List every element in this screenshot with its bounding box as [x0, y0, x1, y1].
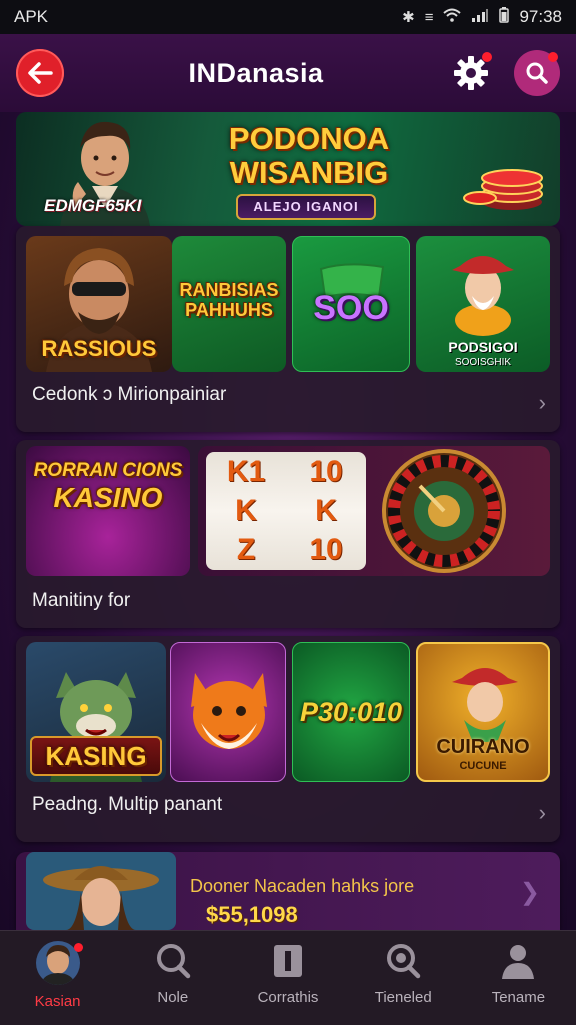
status-icons: ✱ ≡ 97:38 [402, 7, 562, 27]
casino-chips-image [463, 169, 543, 210]
promo-amount: $55,1098 [206, 902, 298, 927]
slot-symbol: 10 [309, 533, 343, 567]
tile-title-line2: SOOISGHIK [454, 357, 512, 368]
section-1-label: Cedonk ɔ Mirionpainiar [32, 384, 227, 405]
slot-symbol: K1 [226, 454, 266, 488]
wifi-icon [443, 8, 462, 26]
section-2-label: Manitiny for [32, 590, 131, 611]
nav-label: Tieneled [374, 989, 432, 1006]
tile-title: CUIRANO [436, 736, 530, 758]
avatar [35, 941, 80, 985]
tile-title: RASSIOUS [41, 336, 157, 361]
card-icon [274, 945, 302, 977]
tile-title-line1: RANBISIAS [179, 280, 279, 300]
status-left-text: APK [14, 7, 49, 26]
game-tile-cuirano[interactable]: CUIRANO CUCUNE [416, 642, 550, 782]
slot-reels: K1 10 K K Z 10 [206, 452, 366, 570]
tile-subtitle: CUCUNE [459, 760, 507, 772]
battery-icon [499, 7, 510, 27]
game-tile-slots-roulette[interactable]: K1 10 K K Z 10 [198, 446, 550, 576]
game-tile-podsigoi[interactable]: PODSIGOI SOOISGHIK [416, 236, 550, 372]
game-tile-p30010[interactable]: P30:010 [292, 642, 410, 782]
banner-headline: PODONOA WISANBIG [194, 122, 424, 190]
nav-label: Tename [491, 989, 546, 1006]
chevron-right-icon[interactable]: › [539, 390, 546, 416]
banner-headline-line2: WISANBIG [229, 155, 389, 190]
game-tile-kasing[interactable]: KASING [26, 642, 166, 782]
tile-title: SOO [313, 289, 389, 327]
vibrate-icon: ≡ [424, 8, 434, 26]
search-notification-dot [548, 52, 558, 62]
bottom-navigation: Kasian Nole Corrathis Tieneled Tename [0, 930, 576, 1025]
tile-title: RANBISIAS PAHHUHS [172, 280, 286, 320]
bluetooth-icon: ✱ [402, 9, 415, 26]
tile-title-line1: PODSIGOI [448, 339, 518, 355]
person-icon [502, 945, 535, 979]
promo-title: Dooner Nacaden hahks jore [190, 876, 415, 896]
chevron-right-icon[interactable]: ❯ [520, 878, 540, 907]
game-tile-fox[interactable] [170, 642, 286, 782]
arrow-left-icon [28, 62, 53, 84]
app-title: INDanasia [188, 57, 324, 88]
nav-label: Corrathis [257, 989, 319, 1006]
game-tile-kasino[interactable]: RORRAN CIONS KASINO [26, 446, 190, 576]
app-header: INDanasia [0, 34, 576, 112]
tile-title: P30:010 [299, 697, 403, 727]
tile-title: KASING [45, 741, 147, 771]
chevron-right-icon[interactable]: › [539, 800, 546, 826]
tile-title-line2: PAHHUHS [185, 300, 273, 320]
status-time: 97:38 [519, 7, 562, 26]
tile-title: KASINO [53, 482, 163, 513]
search-icon [526, 62, 548, 84]
fox-character-image [191, 673, 267, 749]
roulette-wheel-image [382, 449, 506, 573]
game-section-1: RASSIOUS RANBISIAS PAHHUHS SOO PODSIGOI … [16, 226, 560, 432]
nav-item-nole[interactable]: Nole [115, 931, 230, 1025]
slot-symbol: K [315, 493, 337, 527]
banner-headline-line1: PODONOA [228, 121, 390, 156]
slot-symbol: Z [236, 533, 256, 567]
game-tile-ranbisias[interactable]: RANBISIAS PAHHUHS [172, 236, 286, 372]
settings-notification-dot [482, 52, 492, 62]
status-bar: APK ✱ ≡ 97:38 [0, 0, 576, 34]
promo-card[interactable]: Dooner Nacaden hahks jore $55,1098 ❯ [16, 852, 560, 930]
tile-title: PODSIGOI SOOISGHIK [416, 340, 550, 370]
search-outline-icon [156, 944, 191, 979]
back-button[interactable] [16, 49, 64, 97]
section-3-label: Peadng. Multip panant [32, 794, 223, 815]
nav-badge-dot [74, 943, 83, 952]
slot-symbol: K [235, 493, 257, 527]
game-tile-rassious[interactable]: RASSIOUS [26, 236, 172, 372]
game-section-3: KASING P30:010 CUIRANO CUCUNE Peadng. Mu… [16, 636, 560, 842]
game-section-2: RORRAN CIONS KASINO K1 10 K K Z 10 Manit… [16, 440, 560, 628]
magnifier-icon [387, 944, 421, 979]
signal-icon [471, 8, 489, 26]
settings-button[interactable] [448, 50, 494, 96]
nav-item-tieneled[interactable]: Tieneled [346, 931, 461, 1025]
nav-label: Nole [157, 989, 189, 1006]
slot-symbol: 10 [309, 454, 343, 488]
nav-item-kasian[interactable]: Kasian [0, 931, 115, 1025]
nav-item-tename[interactable]: Tename [461, 931, 576, 1025]
nav-item-corrathis[interactable]: Corrathis [230, 931, 345, 1025]
tile-subtitle: RORRAN CIONS [33, 460, 183, 481]
nav-label: Kasian [34, 993, 81, 1010]
banner-sub-label[interactable]: ALEJO IGANOI [236, 194, 376, 220]
promo-character-image [26, 852, 176, 930]
banner-host-tag: EDMGF65KI [44, 196, 142, 215]
search-button[interactable] [514, 50, 560, 96]
game-tile-soo[interactable]: SOO [292, 236, 410, 372]
promo-banner[interactable]: EDMGF65KI PODONOA WISANBIG ALEJO IGANOI [16, 112, 560, 226]
